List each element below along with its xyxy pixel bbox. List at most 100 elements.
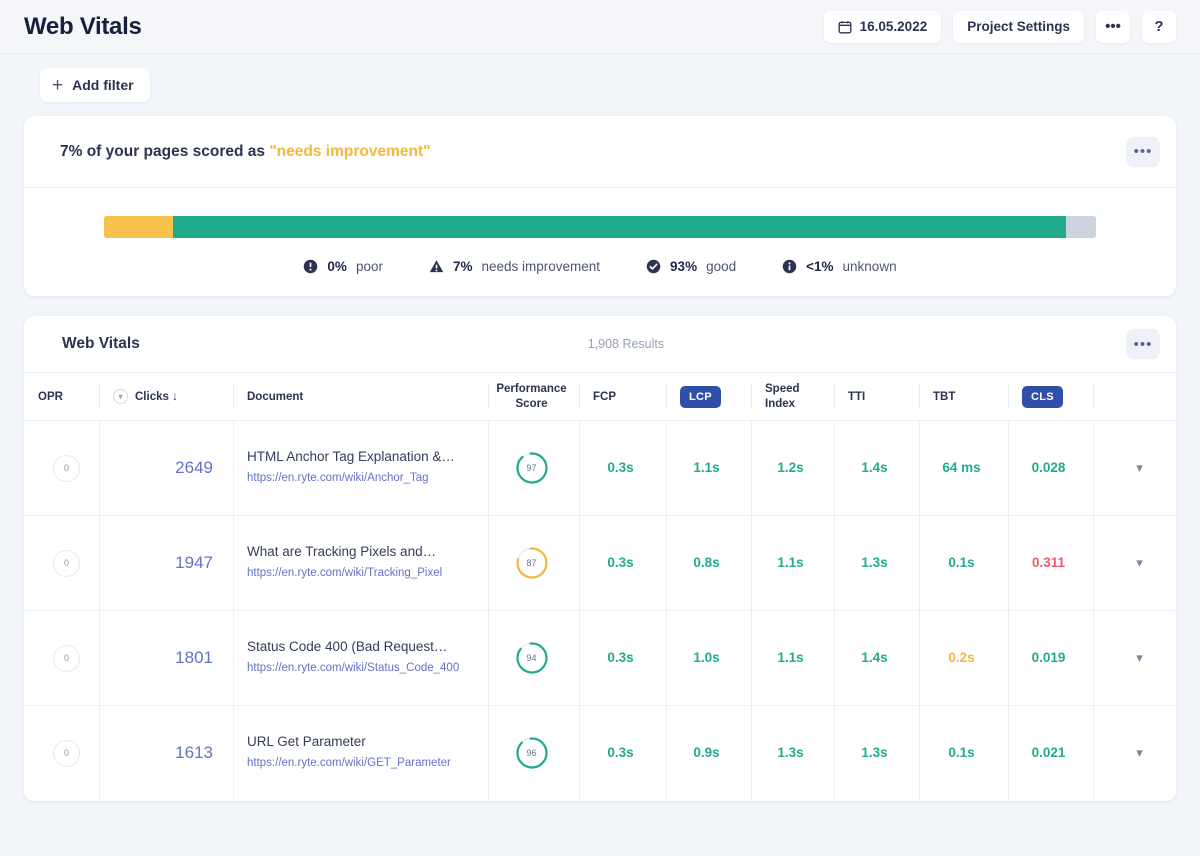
column-label-cls: CLS [1022,385,1063,408]
info-circle-icon [782,259,797,274]
cell-performance-score: 94 [488,610,579,706]
add-filter-button[interactable]: + Add filter [40,68,150,102]
document-url[interactable]: https://en.ryte.com/wiki/GET_Parameter [247,757,451,769]
cell-performance-score: 87 [488,515,579,611]
cell-cls: 0.028 [1008,420,1093,516]
top-bar-actions: 16.05.2022 Project Settings ••• ? [823,10,1176,43]
cell-lcp: 0.9s [666,705,751,801]
document-title: URL Get Parameter [247,734,366,750]
document-url[interactable]: https://en.ryte.com/wiki/Status_Code_400 [247,662,459,674]
column-header-document[interactable]: Document [233,373,488,421]
cell-tti: 1.4s [834,420,919,516]
opr-badge: 0 [53,644,80,672]
column-header-cls[interactable]: CLS [1008,373,1093,421]
column-header-clicks[interactable]: ▾ Clicks ↓ [99,373,233,421]
column-header-tbt[interactable]: TBT [919,373,1008,421]
document-url[interactable]: https://en.ryte.com/wiki/Tracking_Pixel [247,567,442,579]
table-row[interactable]: 0 1947 What are Tracking Pixels and… https:… [24,515,1176,611]
cell-lcp: 1.0s [666,610,751,706]
tbt-value: 0.1s [948,555,975,570]
score-summary-title: 7% of your pages scored as "needs improv… [60,143,430,161]
clicks-value: 1947 [175,553,213,572]
tti-value: 1.3s [861,555,888,570]
plus-icon: + [52,74,64,96]
legend-label-unknown: unknown [842,259,897,274]
performance-score-value: 97 [526,463,537,473]
chevron-down-icon[interactable]: ▾ [1136,650,1143,665]
date-picker-button[interactable]: 16.05.2022 [823,10,942,43]
opr-badge: 0 [53,739,80,767]
cell-performance-score: 97 [488,420,579,516]
performance-score-value: 94 [526,653,537,663]
top-bar-more-button[interactable]: ••• [1096,10,1130,43]
column-label-speed-index: Speed Index [765,383,800,410]
speed-index-value: 1.1s [777,650,804,665]
column-label-fcp: FCP [593,390,616,403]
chevron-down-icon[interactable]: ▾ [1136,555,1143,570]
clicks-value: 1801 [175,648,213,667]
legend-item-poor: 0% poor [303,259,383,274]
cell-document: Status Code 400 (Bad Request… https://en.… [233,610,488,706]
cell-expand[interactable]: ▾ [1093,610,1176,706]
chevron-down-icon[interactable]: ▾ [1136,745,1143,760]
column-header-speed-index[interactable]: Speed Index [751,373,834,421]
cell-cls: 0.311 [1008,515,1093,611]
score-summary-more-button[interactable]: ••• [1126,136,1160,167]
cell-tti: 1.3s [834,515,919,611]
tbt-value: 0.2s [948,650,975,665]
performance-score-ring: 94 [515,641,549,675]
document-url[interactable]: https://en.ryte.com/wiki/Anchor_Tag [247,472,429,484]
cell-clicks: 1947 [99,515,233,611]
cell-tbt: 0.1s [919,705,1008,801]
fcp-value: 0.3s [607,745,634,761]
column-header-lcp[interactable]: LCP [666,373,751,421]
filter-bar: + Add filter [0,54,1200,116]
table-row[interactable]: 0 2649 HTML Anchor Tag Explanation &… https… [24,420,1176,516]
table-more-button[interactable]: ••• [1125,329,1160,359]
column-header-performance-score[interactable]: Performance Score [488,373,579,421]
tti-value: 1.3s [861,745,888,761]
warning-triangle-icon [429,259,444,274]
fcp-value: 0.3s [607,555,634,570]
cell-clicks: 1801 [99,610,233,706]
table-row[interactable]: 0 1613 URL Get Parameter https://en.ryte.co… [24,705,1176,801]
cell-lcp: 0.8s [666,515,751,611]
bar-segment-needs-improvement [104,216,174,238]
column-header-opr[interactable]: OPR [24,373,99,421]
cls-value: 0.311 [1031,555,1066,570]
column-header-tti[interactable]: TTI [834,373,919,421]
legend-label-needs-improvement: needs improvement [481,259,601,274]
fcp-value: 0.3s [607,460,634,475]
tti-value: 1.4s [861,650,888,665]
performance-score-ring: 87 [515,546,549,580]
cell-lcp: 1.1s [666,420,751,516]
column-header-fcp[interactable]: FCP [579,373,666,421]
score-summary-card: 7% of your pages scored as "needs improv… [24,116,1176,296]
score-summary-body: 0% poor 7% needs improvement 93% good <1… [24,188,1176,296]
column-label-clicks: Clicks ↓ [135,390,178,403]
column-label-lcp: LCP [680,385,721,408]
exclamation-circle-icon [303,259,318,274]
cell-expand[interactable]: ▾ [1093,705,1176,801]
project-settings-button[interactable]: Project Settings [953,10,1084,43]
cell-tbt: 64 ms [919,420,1008,516]
speed-index-value: 1.3s [777,745,804,761]
cell-expand[interactable]: ▾ [1093,420,1176,516]
cell-tbt: 0.1s [919,515,1008,611]
performance-score-ring: 97 [515,451,549,485]
cell-expand[interactable]: ▾ [1093,515,1176,611]
bar-segment-good [173,216,1067,238]
table-header-row: OPR ▾ Clicks ↓ Document Performance Score… [24,372,1176,421]
help-button[interactable]: ? [1142,10,1176,43]
cell-cls: 0.019 [1008,610,1093,706]
column-label-opr: OPR [38,390,63,403]
cell-document: HTML Anchor Tag Explanation &… https://en… [233,420,488,516]
table-row[interactable]: 0 1801 Status Code 400 (Bad Request… https:… [24,610,1176,706]
speed-index-value: 1.1s [777,555,804,570]
cell-clicks: 2649 [99,420,233,516]
chevron-down-icon[interactable]: ▾ [1136,460,1143,475]
document-title: What are Tracking Pixels and… [247,544,437,560]
performance-score-ring: 96 [515,736,549,770]
lcp-value: 0.9s [693,745,720,761]
chevron-down-icon[interactable]: ▾ [113,389,128,404]
